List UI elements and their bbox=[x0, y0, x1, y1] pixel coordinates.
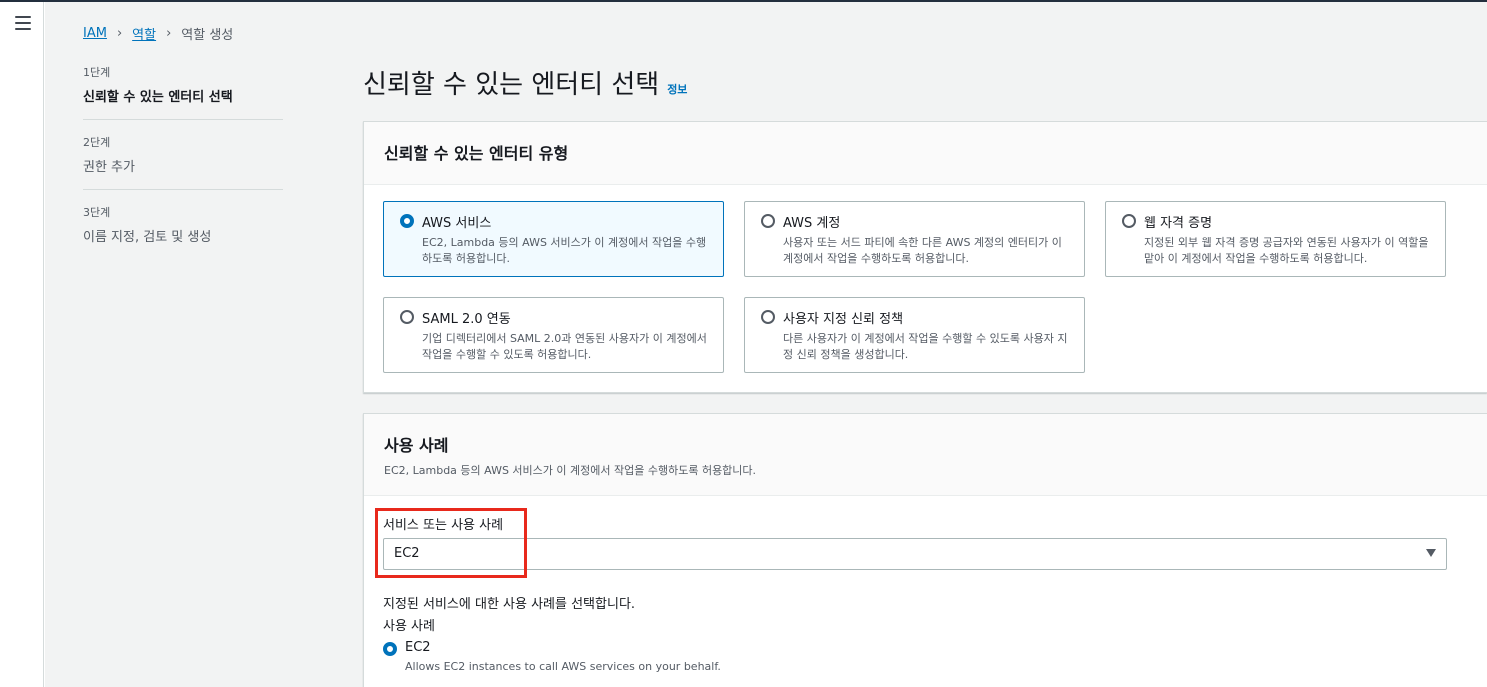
wizard-steps: 1단계 신뢰할 수 있는 엔터티 선택 2단계 권한 추가 3단계 이름 지정,… bbox=[83, 64, 283, 273]
breadcrumb-link-iam[interactable]: IAM bbox=[83, 26, 107, 41]
option-description: 사용자 또는 서드 파티에 속한 다른 AWS 계정의 엔터티가 이 계정에서 … bbox=[783, 236, 1062, 265]
breadcrumb-current: 역할 생성 bbox=[181, 28, 234, 43]
step-number: 1단계 bbox=[83, 66, 111, 79]
entity-option-web-identity[interactable]: 웹 자격 증명 지정된 외부 웹 자격 증명 공급자와 연동된 사용자가 이 역… bbox=[1105, 201, 1446, 277]
service-select[interactable]: EC2 bbox=[383, 538, 1447, 570]
page-title: 신뢰할 수 있는 엔터티 선택 정보 bbox=[363, 64, 687, 101]
radio-icon[interactable] bbox=[400, 310, 414, 324]
entity-option-saml-federation[interactable]: SAML 2.0 연동 기업 디렉터리에서 SAML 2.0과 연동된 사용자가… bbox=[383, 297, 724, 373]
option-description: 지정된 외부 웹 자격 증명 공급자와 연동된 사용자가 이 역할을 맡아 이 … bbox=[1144, 236, 1429, 265]
chevron-right-icon: › bbox=[116, 26, 123, 41]
usecase-group-label: 사용 사례 bbox=[383, 619, 435, 634]
option-title: AWS 서비스 bbox=[422, 216, 492, 231]
radio-icon[interactable] bbox=[1122, 214, 1136, 228]
option-title: 웹 자격 증명 bbox=[1144, 216, 1213, 231]
menu-icon[interactable] bbox=[15, 16, 31, 30]
panel-header: 신뢰할 수 있는 엔터티 유형 bbox=[364, 122, 1487, 185]
panel-description: EC2, Lambda 등의 AWS 서비스가 이 계정에서 작업을 수행하도록… bbox=[384, 464, 757, 477]
service-select-value: EC2 bbox=[394, 546, 420, 561]
step-title: 신뢰할 수 있는 엔터티 선택 bbox=[83, 90, 233, 105]
entity-option-aws-account[interactable]: AWS 계정 사용자 또는 서드 파티에 속한 다른 AWS 계정의 엔터티가 … bbox=[744, 201, 1085, 277]
radio-icon[interactable] bbox=[761, 310, 775, 324]
service-field-label: 서비스 또는 사용 사례 bbox=[383, 518, 504, 533]
page-title-text: 신뢰할 수 있는 엔터티 선택 bbox=[363, 70, 660, 100]
panel-title: 사용 사례 bbox=[384, 436, 449, 455]
wizard-step-1: 1단계 신뢰할 수 있는 엔터티 선택 bbox=[83, 64, 283, 120]
info-link[interactable]: 정보 bbox=[667, 81, 687, 97]
usecase-option-description: Allows EC2 instances to call AWS service… bbox=[405, 660, 721, 673]
caret-down-icon bbox=[1426, 549, 1436, 557]
step-number: 3단계 bbox=[83, 206, 111, 219]
option-title: 사용자 지정 신뢰 정책 bbox=[783, 312, 904, 327]
step-number: 2단계 bbox=[83, 136, 111, 149]
breadcrumb: IAM › 역할 › 역할 생성 bbox=[83, 24, 233, 43]
wizard-step-3: 3단계 이름 지정, 검토 및 생성 bbox=[83, 204, 283, 259]
radio-selected-icon[interactable] bbox=[383, 642, 397, 656]
option-description: 기업 디렉터리에서 SAML 2.0과 연동된 사용자가 이 계정에서 작업을 … bbox=[422, 332, 707, 361]
entity-option-custom-trust-policy[interactable]: 사용자 지정 신뢰 정책 다른 사용자가 이 계정에서 작업을 수행할 수 있도… bbox=[744, 297, 1085, 373]
step-title: 이름 지정, 검토 및 생성 bbox=[83, 230, 212, 245]
usecase-helper-text: 지정된 서비스에 대한 사용 사례를 선택합니다. bbox=[383, 597, 636, 612]
radio-icon[interactable] bbox=[761, 214, 775, 228]
wizard-step-2: 2단계 권한 추가 bbox=[83, 134, 283, 190]
side-navigation-rail bbox=[0, 2, 44, 687]
option-title: SAML 2.0 연동 bbox=[422, 312, 511, 327]
panel-title: 신뢰할 수 있는 엔터티 유형 bbox=[384, 144, 569, 163]
option-description: 다른 사용자가 이 계정에서 작업을 수행할 수 있도록 사용자 지정 신뢰 정… bbox=[783, 332, 1068, 361]
step-title: 권한 추가 bbox=[83, 160, 135, 175]
breadcrumb-link-roles[interactable]: 역할 bbox=[132, 24, 156, 43]
option-description: EC2, Lambda 등의 AWS 서비스가 이 계정에서 작업을 수행하도록… bbox=[422, 236, 707, 265]
chevron-right-icon: › bbox=[166, 26, 172, 41]
option-title: AWS 계정 bbox=[783, 216, 841, 231]
radio-selected-icon[interactable] bbox=[400, 214, 414, 228]
panel-header: 사용 사례 EC2, Lambda 등의 AWS 서비스가 이 계정에서 작업을… bbox=[364, 414, 1487, 496]
usecase-option-title: EC2 bbox=[405, 640, 431, 655]
entity-option-aws-service[interactable]: AWS 서비스 EC2, Lambda 등의 AWS 서비스가 이 계정에서 작… bbox=[383, 201, 724, 277]
